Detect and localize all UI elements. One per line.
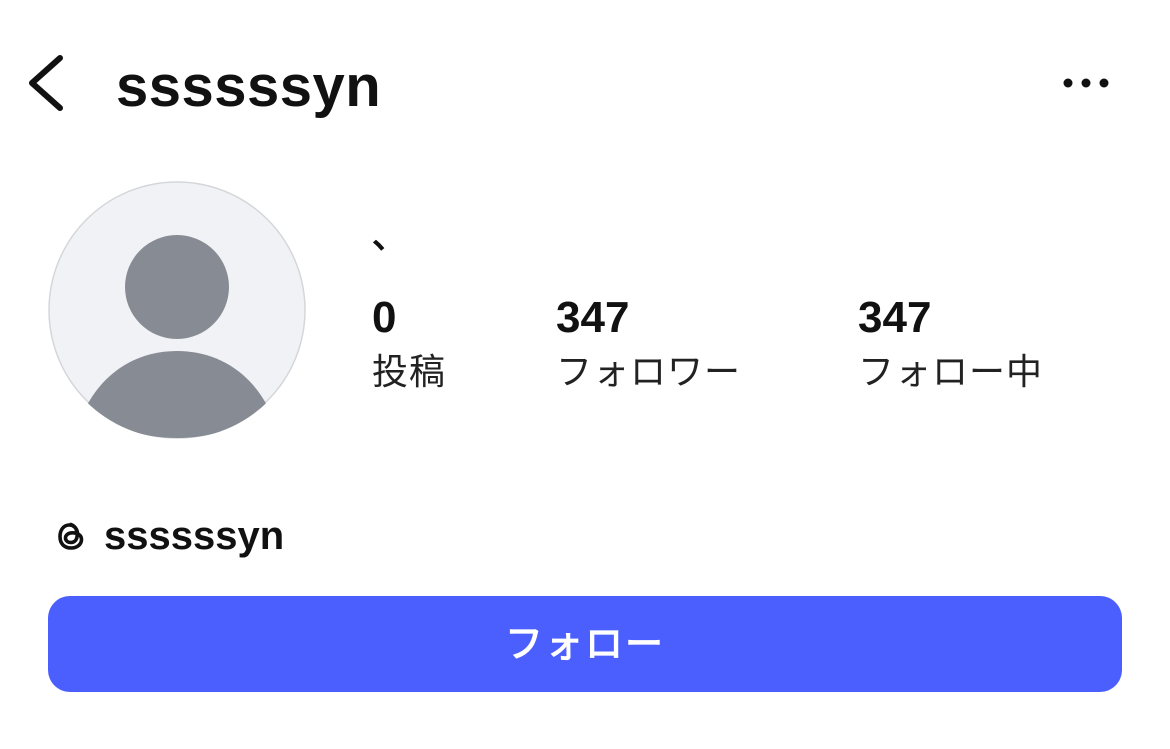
followers-label: フォロワー [556, 352, 742, 393]
posts-label: 投稿 [372, 352, 447, 393]
threads-username: ssssssyn [104, 514, 285, 558]
more-options-button[interactable] [1058, 60, 1114, 106]
chevron-left-icon [29, 55, 63, 111]
following-label: フォロー中 [858, 352, 1044, 393]
followers-stat[interactable]: 347 フォロワー [556, 290, 741, 398]
following-count: 347 [858, 293, 932, 342]
threads-icon [58, 522, 84, 550]
follow-button-label: フォロー [504, 622, 665, 666]
profile-avatar[interactable] [48, 181, 306, 439]
more-horizontal-icon [1063, 78, 1109, 88]
back-button[interactable] [22, 50, 72, 116]
followers-count: 347 [556, 293, 630, 342]
display-name: 、 [372, 217, 406, 257]
header-username: ssssssyn [116, 54, 382, 119]
follow-button[interactable]: フォロー [48, 596, 1122, 692]
posts-count: 0 [372, 293, 397, 342]
threads-profile-link[interactable]: ssssssyn [50, 512, 284, 560]
profile-header: ssssssyn [0, 0, 1170, 170]
posts-stat[interactable]: 0 投稿 [372, 290, 446, 398]
default-avatar-icon [48, 181, 306, 439]
following-stat[interactable]: 347 フォロー中 [858, 290, 1043, 398]
